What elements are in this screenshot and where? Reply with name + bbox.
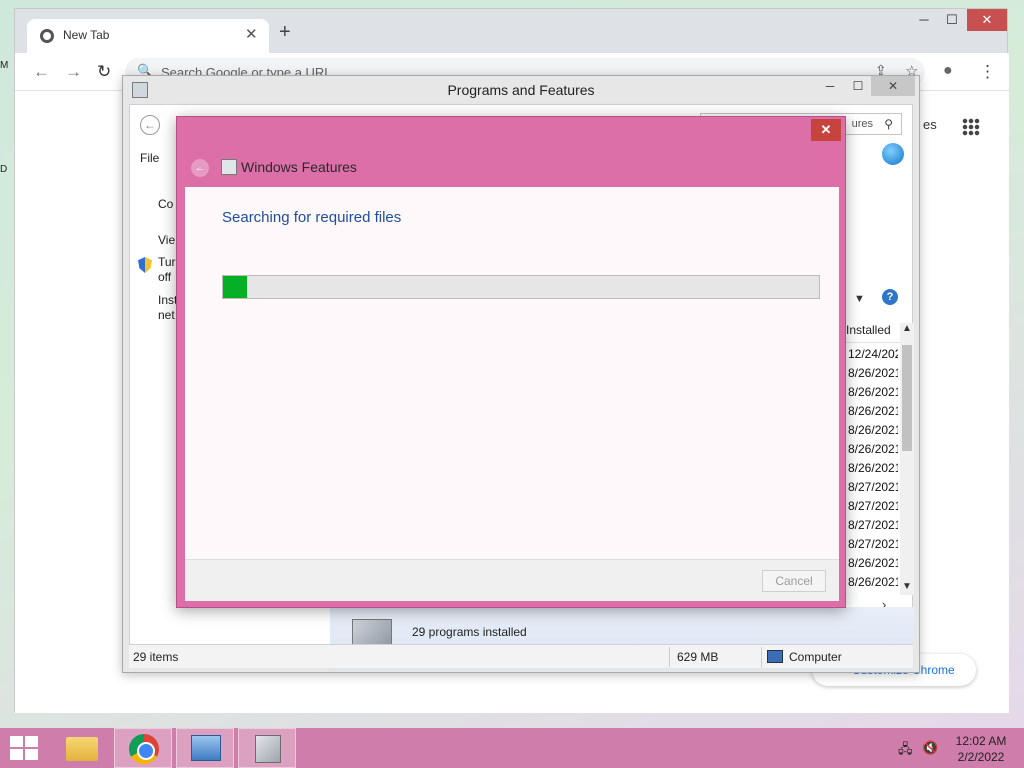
left-link-view-updates[interactable]: Vie <box>158 233 175 248</box>
windows-features-icon <box>221 159 237 175</box>
left-link-control-panel[interactable]: Co <box>158 197 173 212</box>
column-installed-on[interactable]: Installed <box>846 323 902 343</box>
pf-title: Programs and Features <box>447 82 595 98</box>
taskbar-file-explorer[interactable] <box>52 728 110 768</box>
start-button[interactable] <box>10 736 38 760</box>
help-icon[interactable]: ? <box>882 289 898 305</box>
pf-titlebar: Programs and Features ─ ☐ ✕ <box>123 76 919 104</box>
tab-title: New Tab <box>63 28 110 42</box>
status-item-count: 29 items <box>133 650 179 664</box>
installed-date-cell: 8/27/2021 <box>848 480 898 494</box>
view-dropdown-icon[interactable]: ▼ <box>854 293 865 305</box>
menu-file[interactable]: File <box>140 151 159 165</box>
globe-icon <box>882 143 904 165</box>
search-icon: ⚲ <box>884 117 893 131</box>
back-icon[interactable]: ← <box>33 62 50 82</box>
installed-date-cell: 8/26/2021 <box>848 575 898 589</box>
installed-date-cell: 12/24/2021 <box>848 347 898 361</box>
chrome-maximize-button[interactable]: ☐ <box>937 9 967 31</box>
desktop-icon-partial-2[interactable]: D <box>0 164 7 175</box>
taskbar-chrome[interactable] <box>114 728 172 768</box>
windows-logo-icon <box>10 736 23 747</box>
installed-date-cell: 8/27/2021 <box>848 537 898 551</box>
chrome-favicon-icon <box>40 29 54 43</box>
pf-close-button[interactable]: ✕ <box>871 76 915 96</box>
pf-minimize-button[interactable]: ─ <box>815 76 845 96</box>
tab-close-icon[interactable]: ✕ <box>245 25 258 43</box>
wf-close-button[interactable]: ✕ <box>811 119 841 141</box>
left-link-turn-features[interactable]: Tur off <box>158 255 178 285</box>
control-panel-icon <box>191 735 221 761</box>
folder-icon <box>66 737 98 761</box>
chrome-close-button[interactable]: ✕ <box>967 9 1007 31</box>
installed-date-cell: 8/26/2021 <box>848 385 898 399</box>
wf-back-icon[interactable]: ← <box>191 159 209 177</box>
windows-features-icon <box>255 735 281 763</box>
images-link-partial[interactable]: es <box>923 117 937 132</box>
installed-date-cell: 8/26/2021 <box>848 556 898 570</box>
wf-title: Windows Features <box>241 159 357 175</box>
forward-icon[interactable]: → <box>65 62 82 82</box>
uac-shield-icon <box>138 257 152 273</box>
windows-logo-icon-part <box>10 749 23 760</box>
computer-icon <box>767 650 783 663</box>
left-link-install-network[interactable]: Inst net <box>158 293 178 323</box>
chrome-icon <box>129 734 159 764</box>
scrollbar-thumb[interactable] <box>902 345 912 451</box>
status-size: 629 MB <box>677 650 719 664</box>
windows-features-dialog: ✕ ← Windows Features Searching for requi… <box>176 116 846 608</box>
installed-date-cell: 8/26/2021 <box>848 404 898 418</box>
taskbar: 🖧 🔇 12:02 AM 2/2/2022 <box>0 728 1024 768</box>
wf-status-heading: Searching for required files <box>222 209 402 226</box>
scroll-up-icon[interactable]: ▲ <box>902 323 912 334</box>
installed-date-cell: 8/26/2021 <box>848 366 898 380</box>
scroll-down-icon[interactable]: ▼ <box>902 581 912 592</box>
status-separator-2 <box>761 647 762 667</box>
tab-new-tab[interactable]: New Tab ✕ <box>27 19 269 53</box>
tab-strip: New Tab ✕ + ─ ☐ ✕ <box>15 9 1009 53</box>
installed-date-cell: 8/27/2021 <box>848 518 898 532</box>
taskbar-windows-features[interactable] <box>238 728 296 768</box>
reload-icon[interactable]: ↻ <box>97 62 111 82</box>
windows-logo-icon-part <box>25 736 38 747</box>
installed-date-cell: 8/27/2021 <box>848 499 898 513</box>
pf-statusbar: 29 items 629 MB Computer <box>129 644 913 668</box>
wf-body: Searching for required files Cancel <box>185 187 839 601</box>
network-icon[interactable]: 🖧 <box>898 740 913 762</box>
windows-logo-icon-part <box>25 749 38 760</box>
installed-date-cell: 8/26/2021 <box>848 442 898 456</box>
clock-time[interactable]: 12:02 AM <box>950 734 1012 748</box>
progress-fill <box>223 276 247 298</box>
volume-muted-icon[interactable]: 🔇 <box>922 740 938 756</box>
apps-grid-icon[interactable] <box>962 118 980 136</box>
programs-installed-count: 29 programs installed <box>412 625 527 639</box>
pf-maximize-button[interactable]: ☐ <box>843 76 873 96</box>
clock-date[interactable]: 2/2/2022 <box>950 750 1012 764</box>
new-tab-button[interactable]: + <box>279 22 291 42</box>
installed-date-cell: 8/26/2021 <box>848 423 898 437</box>
desktop-icon-partial[interactable]: M <box>0 60 8 71</box>
installed-date-cell: 8/26/2021 <box>848 461 898 475</box>
profile-icon[interactable]: ● <box>943 62 953 80</box>
taskbar-control-panel[interactable] <box>176 728 234 768</box>
menu-icon[interactable]: ⋮ <box>979 62 996 82</box>
status-separator <box>669 647 670 667</box>
status-location: Computer <box>789 650 842 664</box>
pf-search-text: ures <box>851 118 873 130</box>
pf-back-icon[interactable]: ← <box>140 115 160 135</box>
wf-footer: Cancel <box>185 559 839 601</box>
chrome-minimize-button[interactable]: ─ <box>909 9 939 31</box>
cancel-button[interactable]: Cancel <box>762 570 826 592</box>
progress-bar <box>222 275 820 299</box>
